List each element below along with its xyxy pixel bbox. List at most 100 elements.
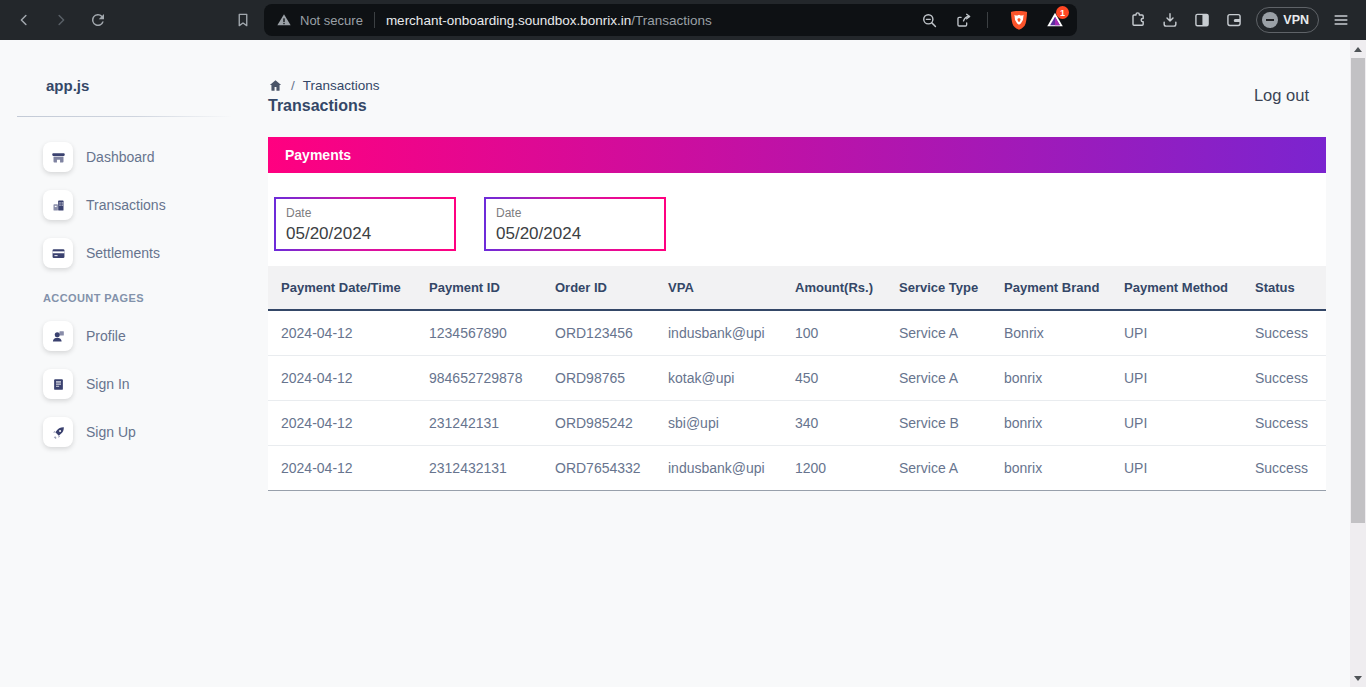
- table-cell: 2024-04-12: [268, 445, 416, 490]
- date-to-input[interactable]: Date 05/20/2024: [484, 197, 666, 251]
- column-header: Payment Brand: [991, 266, 1111, 310]
- table-cell: Success: [1242, 445, 1326, 490]
- table-cell: ORD98765: [542, 355, 655, 400]
- share-icon[interactable]: [954, 11, 973, 30]
- breadcrumb-current[interactable]: Transactions: [303, 78, 380, 93]
- table-cell: 340: [782, 400, 886, 445]
- column-header: VPA: [655, 266, 782, 310]
- menu-icon[interactable]: [1331, 10, 1351, 30]
- office-icon: [51, 198, 66, 213]
- table-row: 2024-04-12984652729878ORD98765kotak@upi4…: [268, 355, 1326, 400]
- browser-chrome: Not secure merchant-onboarding.soundbox.…: [0, 0, 1366, 40]
- logout-button[interactable]: Log out: [1254, 86, 1309, 115]
- table-cell: indusbank@upi: [655, 310, 782, 355]
- sidebar-item-signin[interactable]: Sign In: [43, 369, 250, 399]
- sidebar-toggle-icon[interactable]: [1192, 10, 1212, 30]
- shop-icon: [51, 150, 66, 165]
- date-value: 05/20/2024: [286, 224, 454, 244]
- page: app.js Dashboard Transactions Settlement…: [0, 40, 1366, 687]
- security-label: Not secure: [300, 13, 363, 28]
- home-icon[interactable]: [268, 78, 283, 93]
- sidebar-item-label: Sign Up: [86, 424, 136, 440]
- table-cell: bonrix: [991, 355, 1111, 400]
- sidebar: app.js Dashboard Transactions Settlement…: [0, 40, 250, 687]
- date-from-input[interactable]: Date 05/20/2024: [274, 197, 456, 251]
- scrollbar-down-arrow[interactable]: [1350, 671, 1366, 685]
- sidebar-item-settlements[interactable]: Settlements: [43, 238, 250, 268]
- table-cell: 2024-04-12: [268, 400, 416, 445]
- table-cell: 2024-04-12: [268, 310, 416, 355]
- table-cell: indusbank@upi: [655, 445, 782, 490]
- bookmark-icon[interactable]: [234, 11, 252, 29]
- column-header: Status: [1242, 266, 1326, 310]
- table-cell: 100: [782, 310, 886, 355]
- table-cell: Bonrix: [991, 310, 1111, 355]
- back-icon[interactable]: [15, 11, 33, 29]
- address-separator: [987, 12, 988, 28]
- sidebar-item-label: Dashboard: [86, 149, 155, 165]
- address-separator: [374, 12, 375, 28]
- table-cell: 1200: [782, 445, 886, 490]
- sidebar-item-profile[interactable]: Profile: [43, 321, 250, 351]
- app-brand: app.js: [46, 77, 250, 94]
- forward-icon[interactable]: [52, 11, 70, 29]
- sidebar-divider: [17, 116, 233, 117]
- main-content: / Transactions Transactions Log out Paym…: [250, 40, 1366, 687]
- column-header: Payment Date/Time: [268, 266, 416, 310]
- table-cell: Success: [1242, 355, 1326, 400]
- table-cell: UPI: [1111, 400, 1242, 445]
- transactions-table: Payment Date/TimePayment IDOrder IDVPAAm…: [268, 266, 1326, 491]
- table-cell: UPI: [1111, 445, 1242, 490]
- table-header-row: Payment Date/TimePayment IDOrder IDVPAAm…: [268, 266, 1326, 310]
- table-cell: Service B: [886, 400, 991, 445]
- table-row: 2024-04-122312432131ORD7654332indusbank@…: [268, 445, 1326, 490]
- date-value: 05/20/2024: [496, 224, 664, 244]
- table-cell: Success: [1242, 310, 1326, 355]
- sidebar-item-label: Transactions: [86, 197, 166, 213]
- table-cell: 231242131: [416, 400, 542, 445]
- sidebar-item-signup[interactable]: Sign Up: [43, 417, 250, 447]
- column-header: Payment Method: [1111, 266, 1242, 310]
- page-scrollbar[interactable]: [1350, 40, 1366, 687]
- column-header: Order ID: [542, 266, 655, 310]
- scrollbar-thumb[interactable]: [1351, 58, 1365, 523]
- column-header: Amount(Rs.): [782, 266, 886, 310]
- date-label: Date: [496, 206, 664, 220]
- table-cell: ORD985242: [542, 400, 655, 445]
- payments-card: Payments Date 05/20/2024 Date 05/20/2024…: [268, 137, 1326, 491]
- date-label: Date: [286, 206, 454, 220]
- downloads-icon[interactable]: [1160, 10, 1180, 30]
- sidebar-item-transactions[interactable]: Transactions: [43, 190, 250, 220]
- table-cell: 984652729878: [416, 355, 542, 400]
- table-row: 2024-04-121234567890ORD123456indusbank@u…: [268, 310, 1326, 355]
- payments-title: Payments: [285, 147, 351, 163]
- column-header: Payment ID: [416, 266, 542, 310]
- table-cell: 2024-04-12: [268, 355, 416, 400]
- sidebar-item-label: Settlements: [86, 245, 160, 261]
- table-cell: Success: [1242, 400, 1326, 445]
- scrollbar-up-arrow[interactable]: [1350, 42, 1366, 56]
- rewards-badge: 1: [1056, 6, 1069, 19]
- vpn-status-icon: [1262, 12, 1278, 28]
- sidebar-item-label: Profile: [86, 328, 126, 344]
- payments-header: Payments: [268, 137, 1326, 173]
- wallet-icon[interactable]: [1224, 10, 1244, 30]
- column-header: Service Type: [886, 266, 991, 310]
- table-cell: UPI: [1111, 355, 1242, 400]
- reload-icon[interactable]: [89, 11, 107, 29]
- zoom-icon[interactable]: [920, 11, 939, 30]
- brave-shield-icon[interactable]: [1008, 9, 1030, 31]
- sidebar-item-dashboard[interactable]: Dashboard: [43, 142, 250, 172]
- credit-card-icon: [51, 246, 66, 261]
- address-bar[interactable]: Not secure merchant-onboarding.soundbox.…: [264, 4, 1077, 36]
- table-cell: ORD7654332: [542, 445, 655, 490]
- table-cell: Service A: [886, 355, 991, 400]
- vpn-button[interactable]: VPN: [1256, 7, 1319, 33]
- table-cell: kotak@upi: [655, 355, 782, 400]
- table-cell: 2312432131: [416, 445, 542, 490]
- transactions-table-body: 2024-04-121234567890ORD123456indusbank@u…: [268, 310, 1326, 490]
- sidebar-section-title: ACCOUNT PAGES: [43, 292, 250, 304]
- not-secure-warning-icon: [276, 12, 292, 28]
- extensions-icon[interactable]: [1128, 10, 1148, 30]
- page-title: Transactions: [268, 97, 380, 115]
